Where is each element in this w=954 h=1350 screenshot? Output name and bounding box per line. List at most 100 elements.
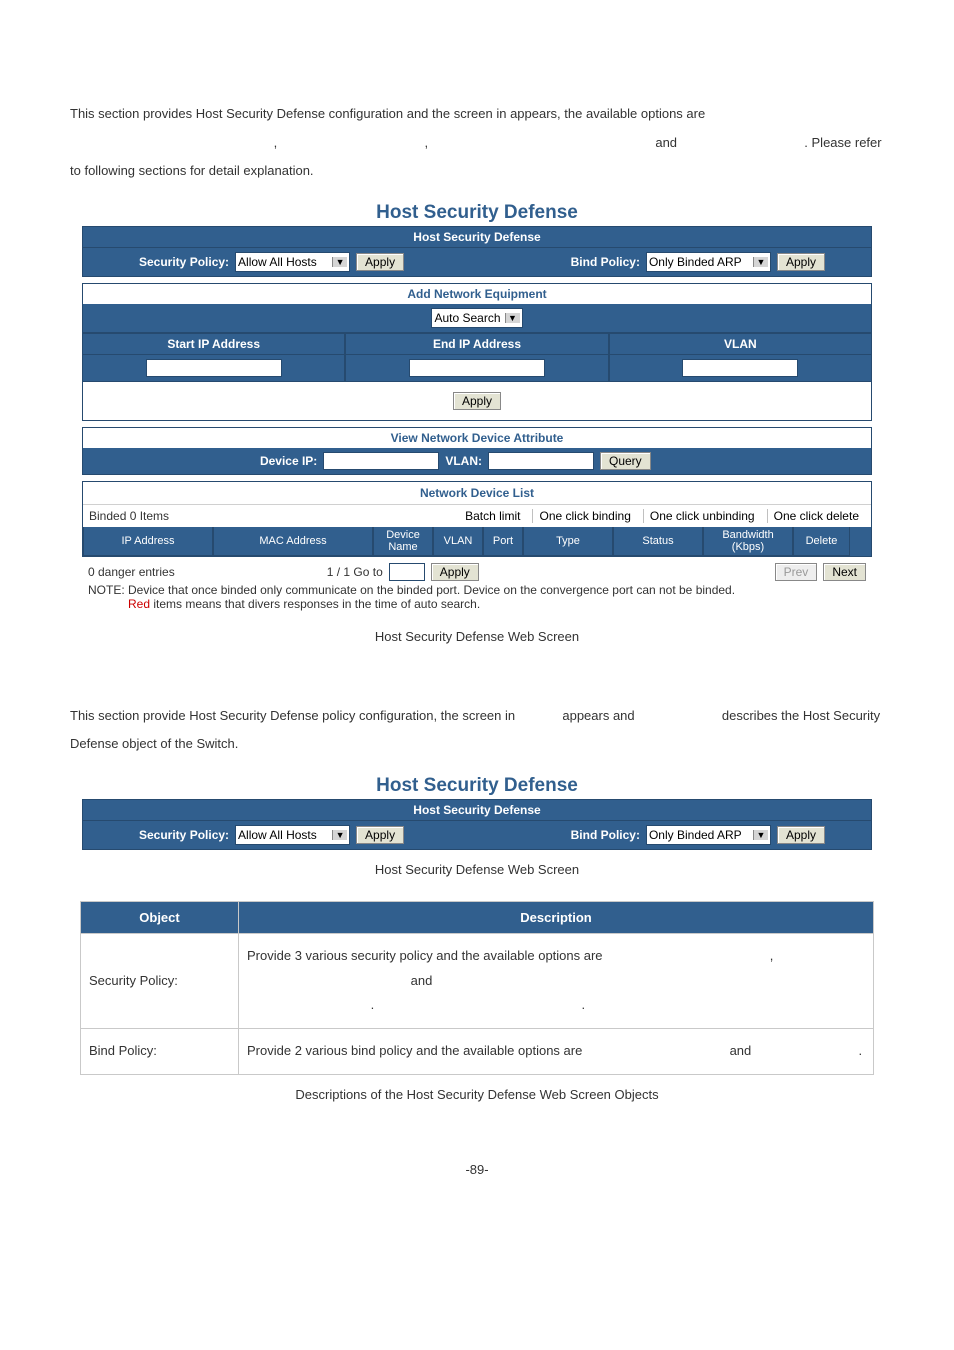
prev-button[interactable]: Prev	[775, 563, 818, 581]
text: and	[655, 135, 680, 150]
security-policy-value: Allow All Hosts	[238, 255, 328, 269]
note-red-word: Red	[128, 597, 150, 611]
desc-cell: Provide 3 various security policy and th…	[239, 933, 874, 1028]
text: Provide 2 various bind policy and the av…	[247, 1043, 586, 1058]
panel-title: Host Security Defense	[40, 202, 914, 224]
col-start-ip: Start IP Address	[82, 334, 345, 355]
figure-caption-1: Host Security Defense Web Screen	[40, 629, 914, 644]
bind-policy-apply-button-2[interactable]: Apply	[777, 826, 825, 844]
security-policy-apply-button-2[interactable]: Apply	[356, 826, 404, 844]
goto-apply-button[interactable]: Apply	[431, 563, 479, 581]
obj-cell: Bind Policy:	[81, 1029, 239, 1075]
text: This section provide Host Security Defen…	[70, 708, 519, 723]
chevron-down-icon: ▼	[332, 830, 347, 840]
security-policy-value-2: Allow All Hosts	[238, 828, 328, 842]
text: .	[859, 1043, 863, 1058]
add-equipment-mode-select[interactable]: Auto Search ▼	[431, 308, 522, 328]
end-ip-input[interactable]	[409, 359, 545, 377]
page-number: -89-	[40, 1162, 914, 1177]
bind-policy-label-2: Bind Policy:	[571, 828, 640, 842]
col-vlan: VLAN	[609, 334, 872, 355]
add-equipment-mode-value: Auto Search	[434, 311, 500, 325]
device-ip-label: Device IP:	[117, 454, 317, 468]
next-button[interactable]: Next	[823, 563, 866, 581]
text: .	[371, 997, 378, 1012]
note-line1: NOTE: Device that once binded only commu…	[88, 583, 735, 597]
one-click-binding-button[interactable]: One click binding	[532, 509, 636, 523]
chevron-down-icon: ▼	[753, 830, 768, 840]
vlan-input[interactable]	[682, 359, 798, 377]
col-type: Type	[523, 527, 613, 556]
section-head-hsd-2: Host Security Defense	[82, 799, 872, 821]
security-policy-label: Security Policy:	[139, 255, 229, 269]
text: .	[581, 997, 585, 1012]
query-button[interactable]: Query	[600, 452, 651, 470]
intro-paragraph: This section provides Host Security Defe…	[70, 100, 884, 186]
bind-policy-label: Bind Policy:	[571, 255, 640, 269]
text: and	[411, 973, 433, 988]
col-ip-address: IP Address	[83, 527, 213, 556]
view-attr-title: View Network Device Attribute	[82, 427, 872, 448]
device-ip-input[interactable]	[323, 452, 439, 470]
col-delete: Delete	[793, 527, 850, 556]
start-ip-input[interactable]	[146, 359, 282, 377]
chevron-down-icon: ▼	[505, 313, 520, 323]
ndl-header-row: IP Address MAC Address Device Name VLAN …	[83, 527, 871, 556]
security-policy-label-2: Security Policy:	[139, 828, 229, 842]
chevron-down-icon: ▼	[753, 257, 768, 267]
security-policy-select[interactable]: Allow All Hosts ▼	[235, 252, 350, 272]
text: ,	[770, 948, 774, 963]
col-vlan: VLAN	[433, 527, 483, 556]
table-caption: Descriptions of the Host Security Defens…	[40, 1087, 914, 1102]
bind-policy-value: Only Binded ARP	[649, 255, 749, 269]
text: appears and	[562, 708, 638, 723]
text: and	[730, 1043, 755, 1058]
col-end-ip: End IP Address	[345, 334, 608, 355]
ndl-title: Network Device List	[83, 482, 871, 505]
one-click-unbinding-button[interactable]: One click unbinding	[643, 509, 761, 523]
figure-caption-2: Host Security Defense Web Screen	[40, 862, 914, 877]
host-security-panel-2: Host Security Defense Security Policy: A…	[82, 799, 872, 850]
bind-policy-apply-button[interactable]: Apply	[777, 253, 825, 271]
desc-col-header: Description	[239, 901, 874, 933]
text: This section provides Host Security Defe…	[70, 106, 510, 121]
goto-page-input[interactable]	[389, 563, 425, 581]
paragraph-2: This section provide Host Security Defen…	[70, 702, 884, 759]
panel-title-2: Host Security Defense	[40, 775, 914, 797]
add-equipment-title: Add Network Equipment	[82, 283, 872, 304]
text: Provide 3 various security policy and th…	[247, 948, 606, 963]
table-row: Bind Policy: Provide 2 various bind poli…	[81, 1029, 874, 1075]
danger-entries: 0 danger entries	[88, 565, 175, 579]
security-policy-select-2[interactable]: Allow All Hosts ▼	[235, 825, 350, 845]
text: . Please refer to following sections for…	[70, 135, 882, 179]
col-mac-address: MAC Address	[213, 527, 373, 556]
security-policy-apply-button[interactable]: Apply	[356, 253, 404, 271]
note-line2: items means that divers responses in the…	[150, 597, 480, 611]
col-port: Port	[483, 527, 523, 556]
objects-table: Object Description Security Policy: Prov…	[80, 901, 874, 1075]
view-vlan-input[interactable]	[488, 452, 594, 470]
one-click-delete-button[interactable]: One click delete	[767, 509, 865, 523]
desc-cell: Provide 2 various bind policy and the av…	[239, 1029, 874, 1075]
text: ,	[274, 135, 281, 150]
text: ,	[424, 135, 431, 150]
host-security-panel: Host Security Defense Security Policy: A…	[82, 226, 872, 617]
vlan-label: VLAN:	[445, 454, 482, 468]
bind-policy-select[interactable]: Only Binded ARP ▼	[646, 252, 771, 272]
batch-limit-button[interactable]: Batch limit	[459, 509, 526, 523]
text: appears, the available options are	[510, 106, 705, 121]
col-bandwidth: Bandwidth (Kbps)	[703, 527, 793, 556]
obj-col-header: Object	[81, 901, 239, 933]
chevron-down-icon: ▼	[332, 257, 347, 267]
pagination-text: 1 / 1 Go to	[327, 565, 383, 579]
binded-count: Binded 0 Items	[89, 509, 169, 523]
network-device-list: Network Device List Binded 0 Items Batch…	[82, 481, 872, 557]
add-equipment-apply-button[interactable]: Apply	[453, 392, 501, 410]
bind-policy-value-2: Only Binded ARP	[649, 828, 749, 842]
obj-cell: Security Policy:	[81, 933, 239, 1028]
bind-policy-select-2[interactable]: Only Binded ARP ▼	[646, 825, 771, 845]
col-status: Status	[613, 527, 703, 556]
col-device-name: Device Name	[373, 527, 433, 556]
table-row: Security Policy: Provide 3 various secur…	[81, 933, 874, 1028]
section-head-hsd: Host Security Defense	[82, 226, 872, 248]
